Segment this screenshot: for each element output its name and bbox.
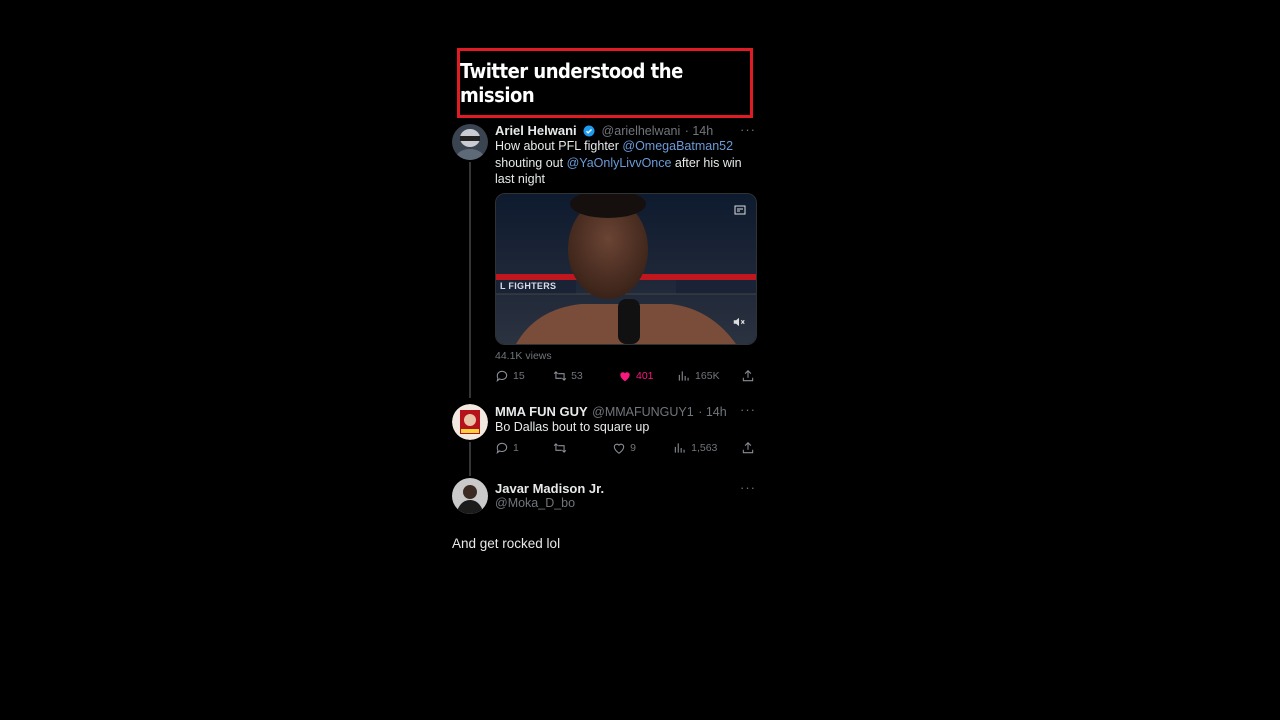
analytics-button[interactable]: 1,563 — [673, 441, 741, 455]
share-icon — [742, 370, 754, 382]
author-handle[interactable]: @MMAFUNGUY1 — [592, 405, 694, 419]
timestamp[interactable]: · 14h — [698, 405, 727, 419]
expand-icon[interactable] — [734, 204, 746, 219]
heart-icon — [613, 443, 625, 454]
tweet-actions: 1 9 1,563 — [495, 441, 755, 455]
reply-count: 1 — [513, 442, 519, 454]
avatar-image — [452, 124, 488, 160]
tweet-actions: 15 53 401 165K — [495, 369, 755, 383]
like-button[interactable]: 9 — [612, 441, 673, 455]
timestamp[interactable]: · 14h — [685, 124, 714, 138]
author-handle[interactable]: @arielhelwani — [602, 124, 681, 138]
view-count: 44.1K views — [495, 350, 552, 362]
like-count: 401 — [636, 370, 654, 382]
avatar[interactable] — [452, 124, 488, 160]
tweet-text: And get rocked lol — [452, 536, 561, 551]
retweet-button[interactable]: 53 — [553, 369, 618, 383]
analytics-icon — [678, 371, 689, 381]
retweet-icon — [553, 443, 567, 453]
thread-line — [469, 162, 471, 398]
author-handle[interactable]: @Moka_D_bo — [495, 496, 575, 510]
analytics-count: 1,563 — [691, 442, 718, 454]
like-button[interactable]: 401 — [618, 369, 677, 383]
tweet-text-part: How about PFL fighter — [495, 139, 623, 153]
retweet-icon — [553, 371, 567, 381]
more-options-icon[interactable]: ··· — [740, 402, 756, 417]
tweet-text: Bo Dallas bout to square up — [495, 420, 650, 434]
more-options-icon[interactable]: ··· — [740, 122, 756, 137]
share-button[interactable] — [741, 441, 755, 455]
retweet-count: 53 — [571, 370, 583, 382]
like-count: 9 — [630, 442, 636, 454]
video-frame — [496, 194, 756, 344]
tweet-text-part: last night — [495, 172, 546, 186]
reply-icon — [496, 370, 508, 382]
reply-count: 15 — [513, 370, 525, 382]
analytics-count: 165K — [695, 370, 720, 382]
retweet-button[interactable] — [553, 441, 612, 455]
mention-link[interactable]: @YaOnlyLivvOnce — [567, 156, 672, 170]
reply-icon — [496, 442, 508, 454]
tweet-text-part: after his win — [671, 155, 742, 170]
analytics-button[interactable]: 165K — [677, 369, 741, 383]
thread-line — [469, 442, 471, 476]
caption-banner: Twitter understood the mission — [457, 48, 753, 118]
reply-button[interactable]: 15 — [495, 369, 553, 383]
analytics-icon — [674, 443, 685, 453]
avatar[interactable] — [452, 478, 488, 514]
tweet-text: How about PFL fighter @OmegaBatman52 sho… — [495, 138, 757, 188]
media-banner-text: L FIGHTERS — [500, 281, 557, 291]
author-name[interactable]: Javar Madison Jr. — [495, 481, 604, 496]
avatar[interactable] — [452, 404, 488, 440]
share-icon — [742, 442, 754, 454]
reply-button[interactable]: 1 — [495, 441, 553, 455]
author-name[interactable]: Ariel Helwani — [495, 123, 577, 138]
heart-filled-icon — [620, 372, 630, 382]
video-player[interactable]: L FIGHTERS — [495, 193, 757, 345]
author-name[interactable]: MMA FUN GUY — [495, 404, 588, 419]
tweet-text-part: shouting out — [495, 155, 567, 170]
share-button[interactable] — [741, 369, 755, 383]
avatar-image — [452, 478, 488, 514]
mention-link[interactable]: @OmegaBatman52 — [622, 139, 733, 153]
more-options-icon[interactable]: ··· — [740, 480, 756, 495]
caption-text: Twitter understood the mission — [460, 59, 683, 107]
mute-icon[interactable] — [732, 315, 746, 334]
avatar-image — [452, 404, 488, 440]
